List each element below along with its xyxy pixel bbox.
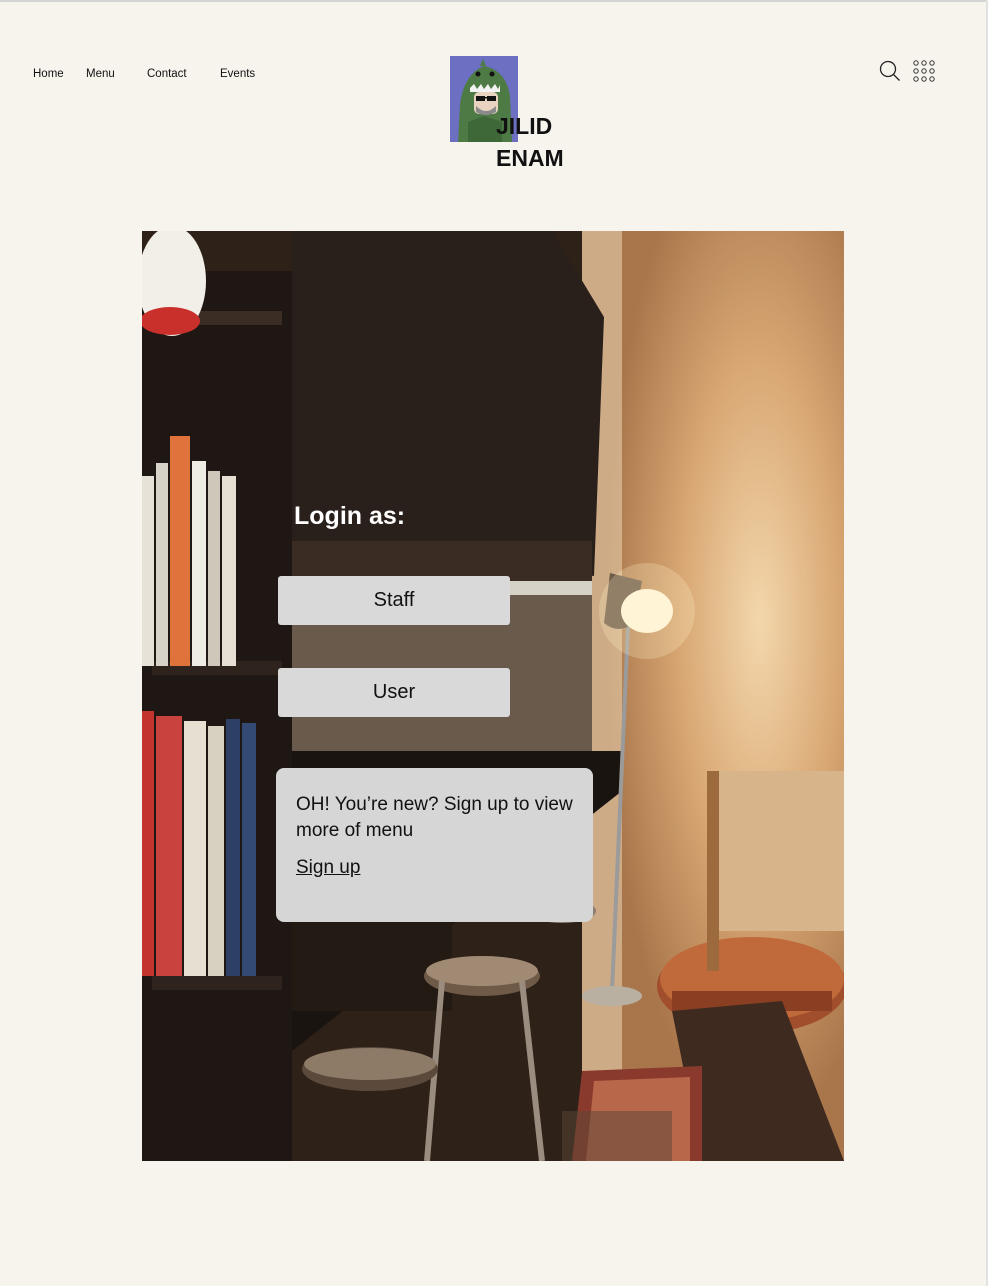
- user-login-button[interactable]: User: [278, 668, 510, 717]
- brand-name: JILID ENAM: [496, 110, 564, 174]
- nav-home[interactable]: Home: [33, 68, 64, 80]
- signup-card: OH! You’re new? Sign up to view more of …: [276, 768, 593, 922]
- brand-name-line1: JILID: [496, 113, 553, 139]
- search-icon[interactable]: [879, 60, 901, 87]
- top-border: [0, 0, 988, 2]
- signup-link[interactable]: Sign up: [296, 857, 360, 879]
- nav-events[interactable]: Events: [220, 68, 255, 80]
- signup-message: OH! You’re new? Sign up to view more of …: [296, 794, 573, 841]
- staff-login-label: Staff: [373, 589, 415, 611]
- nav-menu[interactable]: Menu: [86, 68, 115, 80]
- grid-menu-icon[interactable]: [913, 60, 935, 87]
- user-login-label: User: [372, 681, 416, 703]
- brand-name-line2: ENAM: [496, 145, 564, 171]
- nav-contact[interactable]: Contact: [147, 68, 187, 80]
- staff-login-button[interactable]: Staff: [278, 576, 510, 625]
- login-title: Login as:: [294, 502, 406, 530]
